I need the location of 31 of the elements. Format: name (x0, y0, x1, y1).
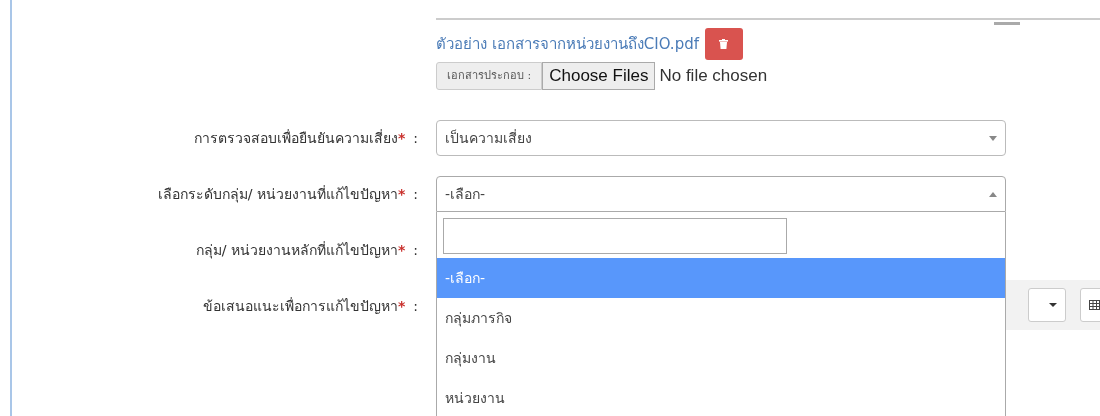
delete-button[interactable] (704, 28, 743, 60)
separator: : (413, 298, 418, 314)
resize-handle[interactable] (994, 22, 1020, 25)
caret-icon (1049, 303, 1057, 307)
choose-files-button[interactable]: Choose Files (542, 62, 656, 90)
select-value: เป็นความเสี่ยง (445, 128, 532, 148)
field-label: เลือกระดับกลุ่ม/ หน่วยงานที่แก้ไขปัญหา (157, 184, 398, 205)
required-mark: * (397, 298, 406, 314)
trash-icon (719, 39, 729, 49)
separator: : (413, 130, 418, 146)
required-mark: * (397, 186, 406, 202)
required-mark: * (397, 130, 406, 146)
dropdown-option[interactable]: กลุ่มภารกิจ (437, 298, 1005, 338)
select-field[interactable]: -เลือก- (436, 176, 1006, 212)
required-mark: * (397, 242, 406, 258)
field-label: การตรวจสอบเพื่อยืนยันความเสี่ยง (193, 128, 398, 148)
caret-icon (989, 135, 997, 141)
dropdown-option[interactable]: หน่วยงาน (437, 378, 1005, 416)
file-link[interactable]: ตัวอย่าง เอกสารจากหน่วยงานถึงCIO.pdf (436, 32, 699, 56)
separator: : (413, 186, 418, 202)
caret-icon (989, 191, 997, 197)
select-value: -เลือก- (445, 185, 486, 204)
field-label: กลุ่ม/ หน่วยงานหลักที่แก้ไขปัญหา (195, 240, 398, 261)
dropdown-option[interactable]: กลุ่มงาน (437, 338, 1005, 378)
select-field[interactable]: เป็นความเสี่ยง (436, 120, 1006, 156)
search-field[interactable] (443, 218, 787, 254)
table-icon (1089, 300, 1100, 310)
file-input-label: เอกสารประกอบ : (436, 62, 543, 90)
field-label: ข้อเสนอแนะเพื่อการแก้ไขปัญหา (202, 296, 398, 316)
separator: : (413, 242, 418, 258)
file-status: No file chosen (659, 66, 768, 86)
